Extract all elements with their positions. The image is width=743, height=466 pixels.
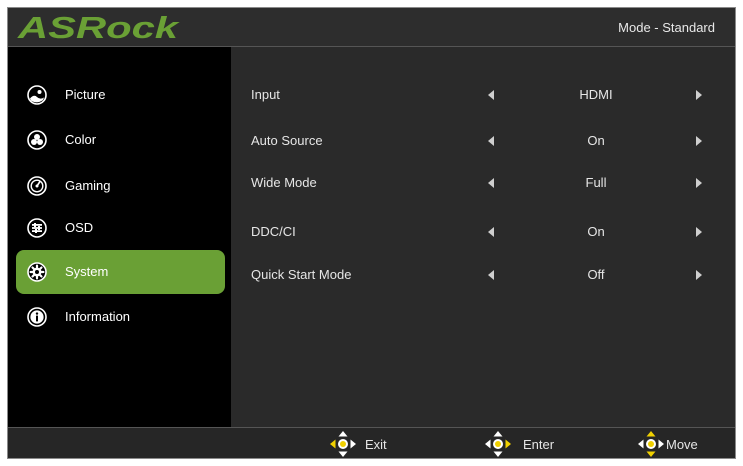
setting-value: Full	[585, 175, 607, 190]
osd-icon	[27, 218, 47, 238]
sidebar-item-information[interactable]: Information	[16, 295, 225, 339]
information-icon	[27, 307, 47, 327]
svg-text:ASRock: ASRock	[17, 11, 181, 43]
setting-label: DDC/CI	[251, 224, 296, 239]
header-bar: ASRock Mode - Standard	[8, 8, 735, 47]
footer-hint-bar: Exit Enter Move	[8, 427, 735, 458]
left-arrow-icon[interactable]	[488, 270, 494, 280]
sidebar-item-label: Picture	[65, 87, 106, 102]
sidebar-item-osd[interactable]: OSD	[16, 206, 225, 250]
left-arrow-icon[interactable]	[488, 136, 494, 146]
joystick-move-icon	[638, 431, 664, 457]
gaming-icon	[27, 176, 47, 196]
setting-label: Wide Mode	[251, 175, 317, 190]
left-arrow-icon[interactable]	[488, 90, 494, 100]
setting-value: HDMI	[579, 87, 613, 102]
setting-label: Quick Start Mode	[251, 267, 352, 282]
sidebar-item-picture[interactable]: Picture	[16, 73, 225, 117]
setting-label: Auto Source	[251, 133, 323, 148]
left-arrow-icon[interactable]	[488, 227, 494, 237]
setting-row-ddc-ci[interactable]: DDC/CI On	[231, 222, 735, 242]
mode-indicator: Mode - Standard	[618, 20, 715, 35]
color-icon	[27, 130, 47, 150]
right-arrow-icon[interactable]	[696, 270, 702, 280]
right-arrow-icon[interactable]	[696, 227, 702, 237]
right-arrow-icon[interactable]	[696, 178, 702, 188]
sidebar-menu: Picture Color Gaming OSD System Informat…	[8, 47, 231, 427]
setting-value: On	[587, 224, 605, 239]
sidebar-item-system[interactable]: System	[16, 250, 225, 294]
joystick-enter-icon	[485, 431, 511, 457]
osd-menu-window: ASRock Mode - Standard Picture Color Gam…	[7, 7, 736, 459]
right-arrow-icon[interactable]	[696, 90, 702, 100]
left-arrow-icon[interactable]	[488, 178, 494, 188]
sidebar-item-label: Gaming	[65, 178, 111, 193]
exit-label: Exit	[365, 437, 387, 452]
sidebar-item-label: System	[65, 264, 109, 279]
setting-label: Input	[251, 87, 280, 102]
setting-row-auto-source[interactable]: Auto Source On	[231, 131, 735, 151]
move-label: Move	[666, 437, 698, 452]
settings-panel: Input HDMI Auto Source On Wide Mode Full…	[231, 47, 735, 427]
setting-value: On	[587, 133, 605, 148]
joystick-exit-icon	[330, 431, 356, 457]
setting-value: Off	[587, 267, 605, 282]
sidebar-item-color[interactable]: Color	[16, 118, 225, 162]
setting-row-quick-start-mode[interactable]: Quick Start Mode Off	[231, 265, 735, 285]
picture-icon	[27, 85, 47, 105]
setting-row-input[interactable]: Input HDMI	[231, 85, 735, 105]
asrock-logo: ASRock	[17, 11, 181, 43]
sidebar-item-label: Color	[65, 132, 97, 147]
setting-row-wide-mode[interactable]: Wide Mode Full	[231, 173, 735, 193]
sidebar-item-label: OSD	[65, 220, 94, 235]
system-gear-icon	[27, 262, 47, 282]
enter-label: Enter	[523, 437, 555, 452]
sidebar-item-gaming[interactable]: Gaming	[16, 164, 225, 208]
sidebar-item-label: Information	[65, 309, 131, 324]
right-arrow-icon[interactable]	[696, 136, 702, 146]
